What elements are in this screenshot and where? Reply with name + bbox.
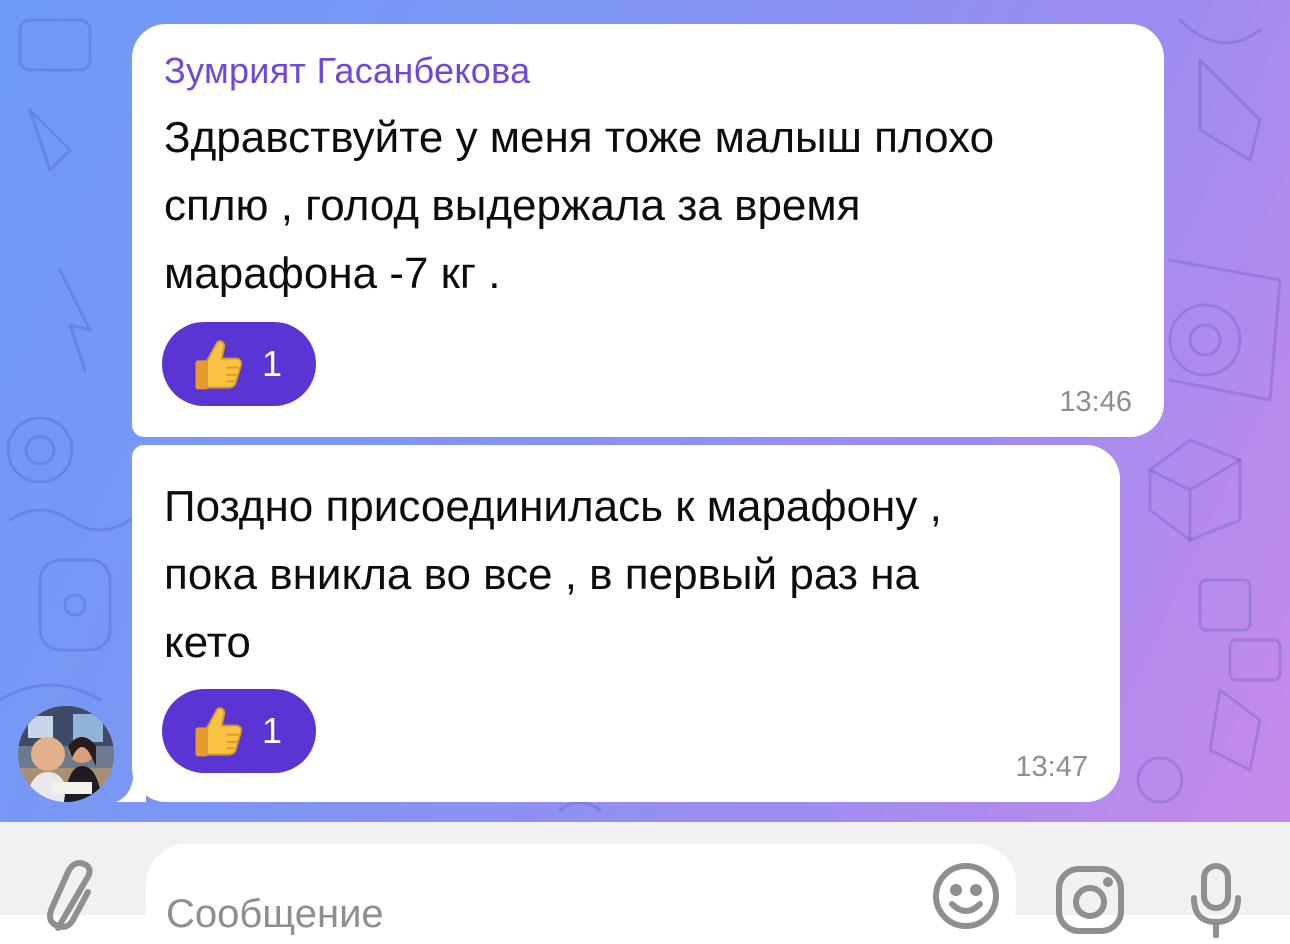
microphone-icon[interactable]	[1188, 862, 1244, 938]
message-text: Поздно присоединилась к марафону , пока …	[164, 482, 942, 667]
thumbs-up-icon	[195, 340, 243, 390]
message-bubble[interactable]: Поздно присоединилась к марафону , пока …	[132, 445, 1120, 802]
reaction-count: 1	[262, 710, 283, 751]
emoji-icon[interactable]	[932, 862, 1000, 930]
sender-name[interactable]: Зумрият Гасанбекова	[164, 50, 530, 92]
reaction-chip[interactable]: 1	[162, 689, 316, 773]
message-bubble[interactable]: Зумрият Гасанбекова Здравствуйте у меня …	[132, 24, 1164, 437]
message-text: Здравствуйте у меня тоже малыш плохо спл…	[164, 113, 995, 298]
message-input[interactable]: Сообщение	[146, 844, 1016, 944]
bubble-tail	[116, 772, 146, 802]
avatar-photo	[18, 706, 114, 802]
message-timestamp: 13:46	[1059, 386, 1132, 418]
composer-bar: Сообщение	[0, 822, 1290, 944]
paperclip-icon[interactable]	[44, 858, 104, 938]
message-timestamp: 13:47	[1015, 751, 1088, 783]
avatar[interactable]	[18, 706, 114, 802]
reaction-count: 1	[262, 343, 283, 384]
thumbs-up-icon	[195, 707, 243, 757]
camera-icon[interactable]	[1054, 864, 1126, 936]
reaction-chip[interactable]: 1	[162, 322, 316, 406]
